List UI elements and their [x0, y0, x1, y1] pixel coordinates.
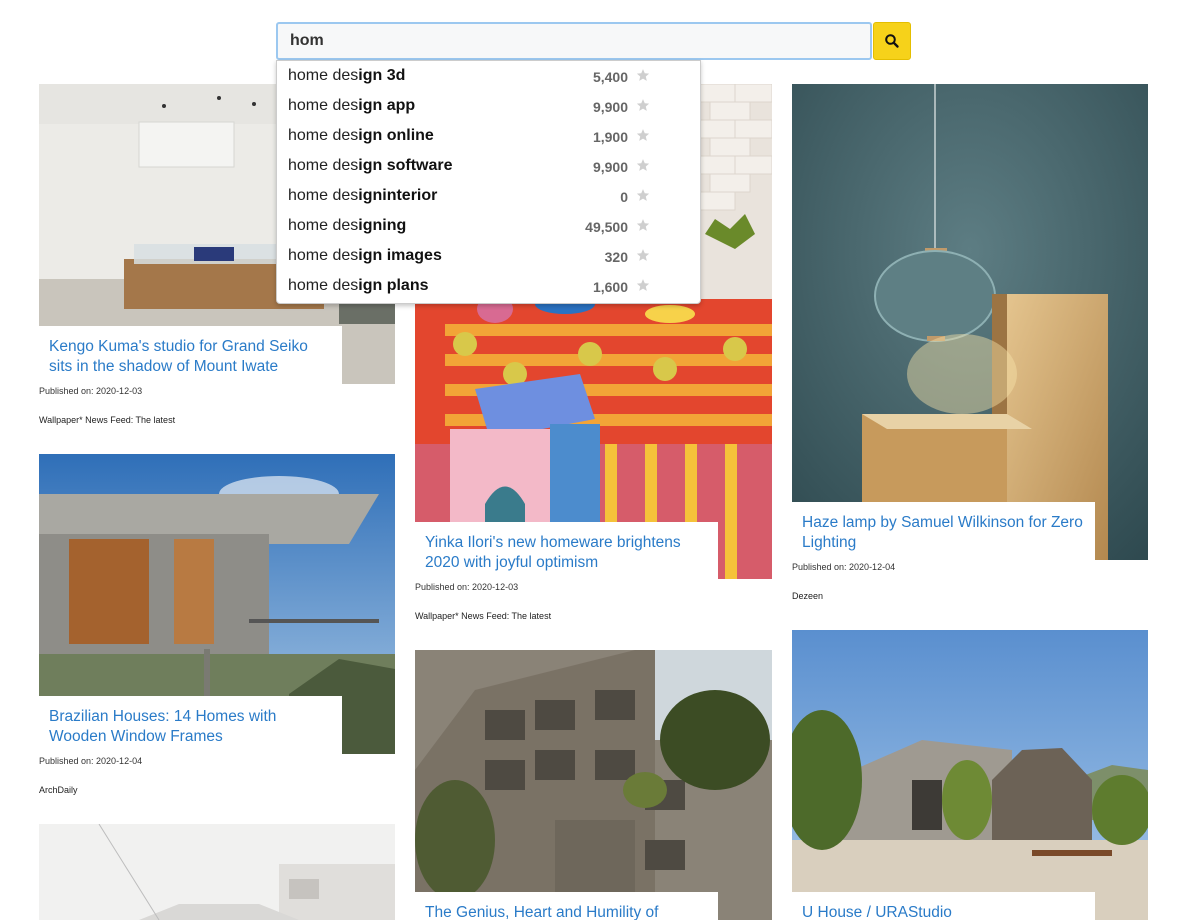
star-icon[interactable]	[636, 278, 650, 292]
article-card[interactable]	[39, 824, 395, 920]
search-button[interactable]	[873, 22, 911, 60]
suggestion-item[interactable]: home design online 1,900	[277, 121, 700, 151]
search-volume: 320	[604, 249, 628, 265]
suggestion-text: home design software	[288, 157, 453, 175]
search-volume: 1,600	[592, 279, 628, 295]
suggestion-prefix: home des	[288, 217, 359, 234]
article-title-link[interactable]: U House / URAStudio	[792, 892, 1095, 920]
published-date: Published on: 2020-12-04	[39, 756, 143, 766]
suggestion-item[interactable]: home design software 9,900	[277, 151, 700, 181]
autocomplete-dropdown: home design 3d 5,400 home design app 9,900 h…	[276, 60, 701, 304]
search-icon	[885, 34, 899, 48]
article-title-link[interactable]: Yinka Ilori's new homeware brightens 202…	[415, 522, 718, 579]
suggestion-completion: ign app	[358, 97, 416, 114]
suggestion-prefix: home des	[288, 157, 359, 174]
star-icon[interactable]	[636, 158, 650, 172]
search-volume: 0	[620, 189, 628, 205]
star-icon[interactable]	[636, 218, 650, 232]
search-volume: 49,500	[585, 219, 628, 235]
suggestion-item[interactable]: home designing 49,500	[277, 211, 700, 241]
suggestion-completion: igning	[358, 217, 407, 234]
suggestion-text: home design images	[288, 247, 442, 265]
brutalist-building-image	[415, 650, 772, 920]
star-icon[interactable]	[636, 68, 650, 82]
search-volume: 1,900	[592, 129, 628, 145]
article-image[interactable]	[39, 824, 395, 920]
suggestion-text: home design online	[288, 127, 434, 145]
search-volume: 9,900	[592, 159, 628, 175]
suggestion-prefix: home des	[288, 277, 359, 294]
published-date: Published on: 2020-12-03	[415, 582, 519, 592]
suggestion-text: home designing	[288, 217, 406, 235]
suggestion-item[interactable]: home designinterior 0	[277, 181, 700, 211]
article-title-link[interactable]: Brazilian Houses: 14 Homes with Wooden W…	[39, 696, 342, 754]
search-input[interactable]	[278, 24, 870, 58]
suggestion-text: home design plans	[288, 277, 429, 295]
article-image[interactable]	[792, 630, 1148, 920]
suggestion-text: home design 3d	[288, 67, 405, 85]
article-title-link[interactable]: The Genius, Heart and Humility of	[415, 892, 718, 920]
suggestion-prefix: home des	[288, 97, 359, 114]
suggestion-completion: ign images	[358, 247, 442, 264]
article-source: Wallpaper* News Feed: The latest	[415, 611, 552, 621]
article-source: Wallpaper* News Feed: The latest	[39, 415, 176, 425]
search-volume: 9,900	[592, 99, 628, 115]
suggestion-prefix: home des	[288, 247, 359, 264]
article-image[interactable]	[792, 84, 1148, 560]
star-icon[interactable]	[636, 188, 650, 202]
suggestion-item[interactable]: home design plans 1,600	[277, 271, 700, 301]
article-card[interactable]: Brazilian Houses: 14 Homes with Wooden W…	[39, 454, 395, 804]
pendant-lamp-image	[792, 84, 1148, 560]
suggestion-text: home design app	[288, 97, 415, 115]
published-date: Published on: 2020-12-03	[39, 386, 143, 396]
suggestion-item[interactable]: home design 3d 5,400	[277, 61, 700, 91]
suggestion-prefix: home des	[288, 67, 359, 84]
article-source: Dezeen	[792, 591, 824, 601]
suggestion-item[interactable]: home design app 9,900	[277, 91, 700, 121]
suggestion-item[interactable]: home design images 320	[277, 241, 700, 271]
suggestion-completion: ign plans	[358, 277, 429, 294]
suggestion-prefix: home des	[288, 187, 359, 204]
white-building-image	[39, 824, 395, 920]
search-box[interactable]	[276, 22, 872, 60]
suggestion-completion: igninterior	[358, 187, 438, 204]
article-card[interactable]: The Genius, Heart and Humility of	[415, 650, 772, 920]
star-icon[interactable]	[636, 128, 650, 142]
suggestion-prefix: home des	[288, 127, 359, 144]
suggestion-text: home designinterior	[288, 187, 437, 205]
published-date: Published on: 2020-12-04	[792, 562, 896, 572]
star-icon[interactable]	[636, 98, 650, 112]
article-card[interactable]: U House / URAStudio	[792, 630, 1148, 920]
article-source: ArchDaily	[39, 785, 78, 795]
star-icon[interactable]	[636, 248, 650, 262]
suggestion-completion: ign software	[358, 157, 453, 174]
suggestion-completion: ign 3d	[358, 67, 406, 84]
article-image[interactable]	[415, 650, 772, 920]
article-title-link[interactable]: Haze lamp by Samuel Wilkinson for Zero L…	[792, 502, 1095, 560]
article-title-link[interactable]: Kengo Kuma's studio for Grand Seiko sits…	[39, 326, 342, 384]
stone-house-image	[792, 630, 1148, 920]
suggestion-completion: ign online	[358, 127, 434, 144]
article-card[interactable]: Haze lamp by Samuel Wilkinson for Zero L…	[792, 84, 1148, 614]
search-volume: 5,400	[592, 69, 628, 85]
